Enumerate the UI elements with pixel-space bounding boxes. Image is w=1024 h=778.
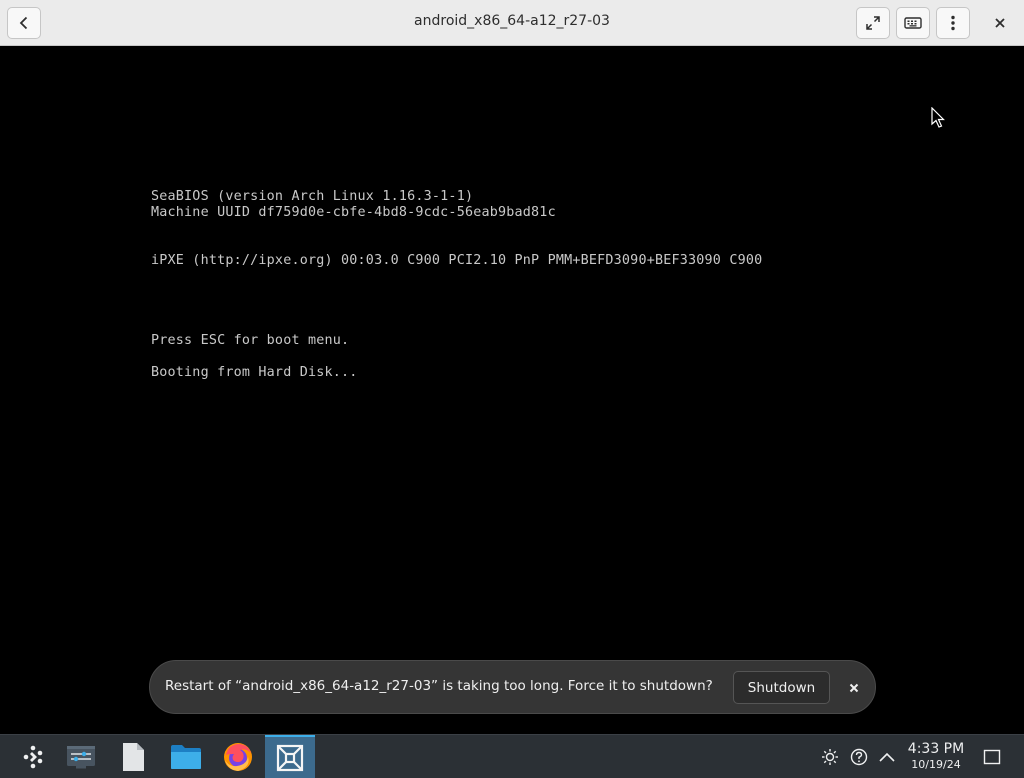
clock-date[interactable]: 10/19/24 [903, 758, 969, 771]
seabios-version-line: SeaBIOS (version Arch Linux 1.16.3-1-1) [151, 189, 474, 204]
taskbar-file-manager[interactable] [161, 735, 211, 778]
help-tray-button[interactable] [848, 746, 870, 768]
taskbar-virtual-machine[interactable] [265, 735, 315, 778]
virtual-machine-icon [276, 744, 304, 772]
app-launcher-button[interactable] [8, 735, 58, 778]
boot-menu-hint-line: Press ESC for boot menu. [151, 333, 350, 348]
taskbar-system-settings[interactable] [56, 735, 106, 778]
firefox-icon [224, 743, 252, 771]
vm-console[interactable]: SeaBIOS (version Arch Linux 1.16.3-1-1) … [0, 47, 1024, 734]
file-manager-icon [171, 745, 201, 769]
close-icon [995, 18, 1005, 28]
expand-tray-icon [879, 752, 895, 762]
taskbar [0, 734, 1024, 778]
close-window-button[interactable] [983, 7, 1017, 39]
booting-line: Booting from Hard Disk... [151, 365, 358, 380]
keyboard-icon [904, 17, 922, 29]
dismiss-toast-button[interactable] [844, 678, 864, 698]
expand-tray-button[interactable] [876, 746, 898, 768]
close-icon [849, 683, 859, 693]
kebab-menu-icon [951, 15, 955, 31]
fullscreen-button[interactable] [856, 7, 890, 39]
menu-button[interactable] [936, 7, 970, 39]
system-settings-icon [67, 746, 95, 769]
brightness-tray-button[interactable] [819, 746, 841, 768]
header-bar: android_x86_64-a12_r27-03 [0, 0, 1024, 46]
fullscreen-icon [866, 16, 880, 30]
text-file-icon [123, 743, 144, 771]
keyboard-button[interactable] [896, 7, 930, 39]
mouse-pointer-icon [931, 107, 945, 128]
show-desktop-icon [983, 749, 1001, 765]
shutdown-toast: Restart of “android_x86_64-a12_r27-03” i… [149, 660, 876, 714]
ipxe-line: iPXE (http://ipxe.org) 00:03.0 C900 PCI2… [151, 253, 763, 268]
taskbar-firefox[interactable] [213, 735, 263, 778]
toast-message: Restart of “android_x86_64-a12_r27-03” i… [165, 678, 713, 694]
brightness-icon [822, 749, 838, 765]
shutdown-button[interactable]: Shutdown [733, 671, 830, 704]
clock-time[interactable]: 4:33 PM [903, 741, 969, 757]
show-desktop-button[interactable] [981, 746, 1003, 768]
help-icon [850, 748, 868, 766]
app-launcher-icon [23, 745, 43, 769]
machine-uuid-line: Machine UUID df759d0e-cbfe-4bd8-9cdc-56e… [151, 205, 556, 220]
taskbar-text-file[interactable] [108, 735, 158, 778]
